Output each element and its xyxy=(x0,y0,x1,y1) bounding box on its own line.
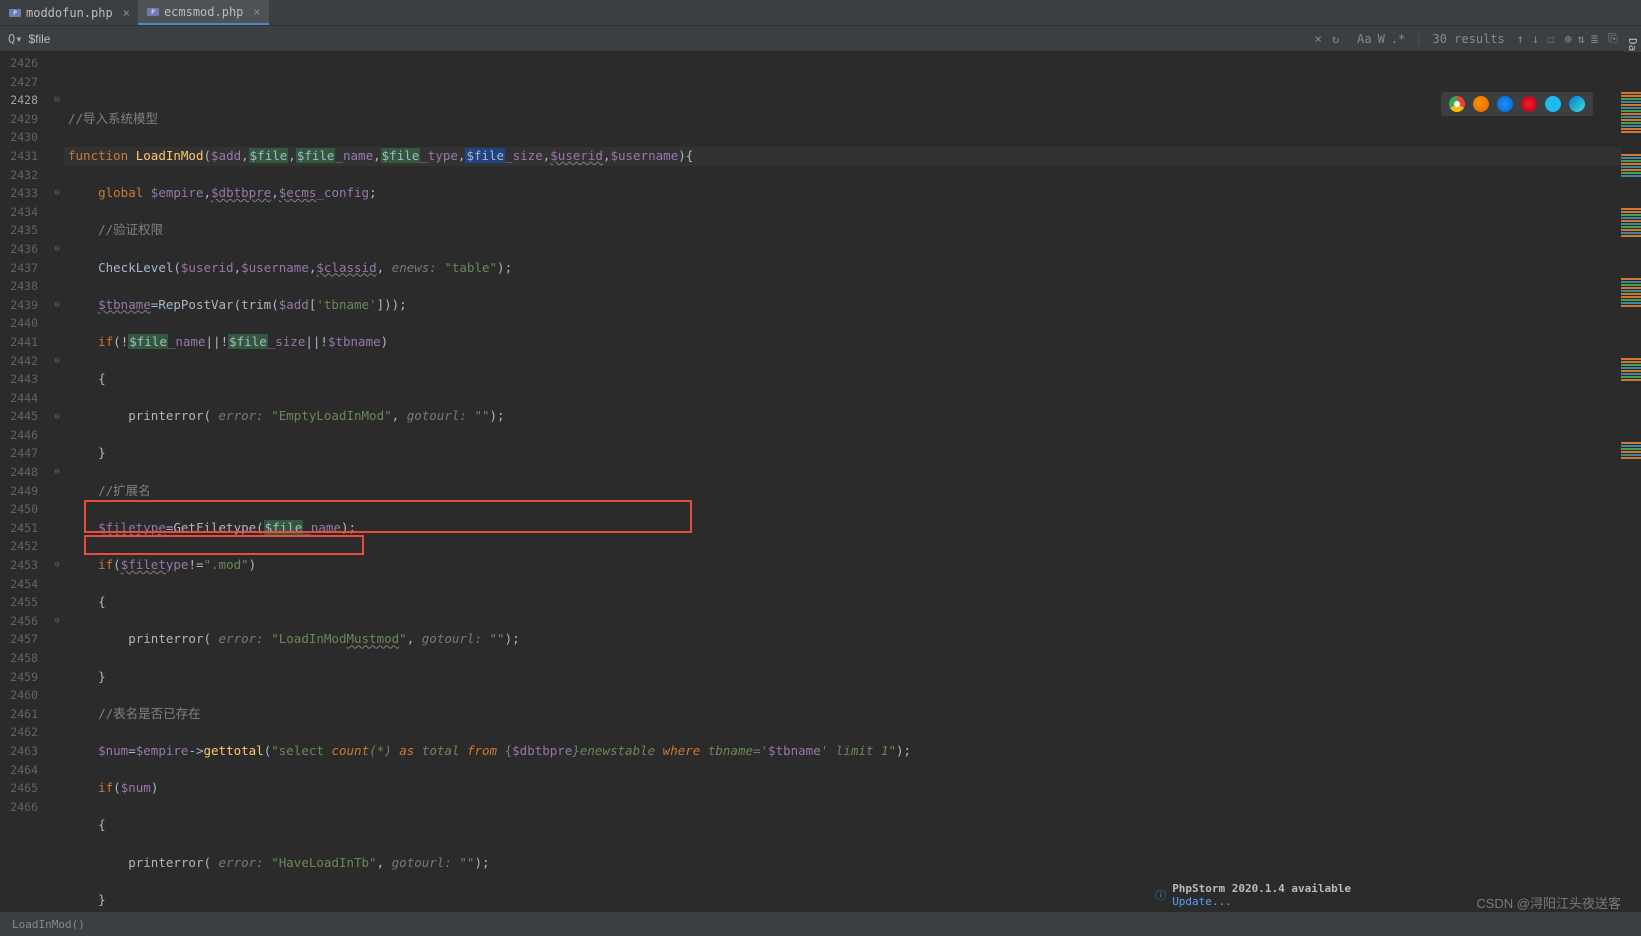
editor-tabs: P moddofun.php × P ecmsmod.php × xyxy=(0,0,1641,26)
line-gutter: 2426242724282429243024312432243324342435… xyxy=(0,52,50,912)
browser-preview-icons xyxy=(1441,92,1593,116)
minimap[interactable] xyxy=(1621,52,1641,912)
tab-label: ecmsmod.php xyxy=(164,5,243,19)
next-match-icon[interactable]: ↓ xyxy=(1532,32,1539,46)
watermark: CSDN @浔阳江头夜送客 xyxy=(1476,893,1621,912)
results-count: 30 results xyxy=(1433,32,1505,46)
tab-moddofun[interactable]: P moddofun.php × xyxy=(0,0,138,25)
php-file-icon: P xyxy=(8,6,22,20)
chrome-icon[interactable] xyxy=(1449,96,1465,112)
safari-icon[interactable] xyxy=(1497,96,1513,112)
add-selection-icon[interactable]: ⊕ xyxy=(1564,32,1571,46)
edge-icon[interactable] xyxy=(1569,96,1585,112)
update-link[interactable]: Update... xyxy=(1172,895,1232,908)
select-occurrence-icon[interactable]: ≣ xyxy=(1591,32,1598,46)
update-notification: ⓘ PhpStorm 2020.1.4 available Update... xyxy=(1145,878,1361,912)
firefox-icon[interactable] xyxy=(1473,96,1489,112)
fold-column: ⊟⊖⊖⊖⊖⊖⊖⊖⊖ xyxy=(50,52,64,912)
close-icon[interactable]: × xyxy=(123,6,130,20)
tab-label: moddofun.php xyxy=(26,6,113,20)
php-file-icon: P xyxy=(146,5,160,19)
tab-ecmsmod[interactable]: P ecmsmod.php × xyxy=(138,0,269,25)
opera-icon[interactable] xyxy=(1521,96,1537,112)
highlight-box-2 xyxy=(84,535,364,555)
find-bar: Q▾ × ↻ Aa W .* | 30 results ↑ ↓ ☐ ⊕ ⇅ ≣ … xyxy=(0,26,1641,52)
info-icon: ⓘ xyxy=(1155,887,1166,903)
search-input[interactable] xyxy=(28,32,308,46)
toggle-icon[interactable]: ⇅ xyxy=(1578,32,1585,46)
words-icon[interactable]: W xyxy=(1378,32,1385,46)
separator: | xyxy=(1415,32,1422,46)
svg-text:P: P xyxy=(13,10,17,17)
regex-icon[interactable]: .* xyxy=(1391,32,1405,46)
history-icon[interactable]: ↻ xyxy=(1332,32,1339,46)
close-icon[interactable]: × xyxy=(253,5,260,19)
ie-icon[interactable] xyxy=(1545,96,1561,112)
code-area[interactable]: //导入系统模型 function LoadInMod($add,$file,$… xyxy=(64,52,1641,912)
match-case-icon[interactable]: Aa xyxy=(1357,32,1371,46)
status-bar: LoadInMod() xyxy=(0,912,1641,936)
svg-text:P: P xyxy=(151,9,155,16)
prev-match-icon[interactable]: ↑ xyxy=(1517,32,1524,46)
clear-icon[interactable]: × xyxy=(1315,32,1322,46)
select-all-icon[interactable]: ☐ xyxy=(1547,32,1554,46)
notification-title: PhpStorm 2020.1.4 available xyxy=(1172,882,1351,895)
search-icon: Q▾ xyxy=(8,32,22,46)
open-new-icon[interactable]: ⎘ xyxy=(1608,31,1618,46)
breadcrumb[interactable]: LoadInMod() xyxy=(12,918,85,931)
editor: 2426242724282429243024312432243324342435… xyxy=(0,52,1641,912)
